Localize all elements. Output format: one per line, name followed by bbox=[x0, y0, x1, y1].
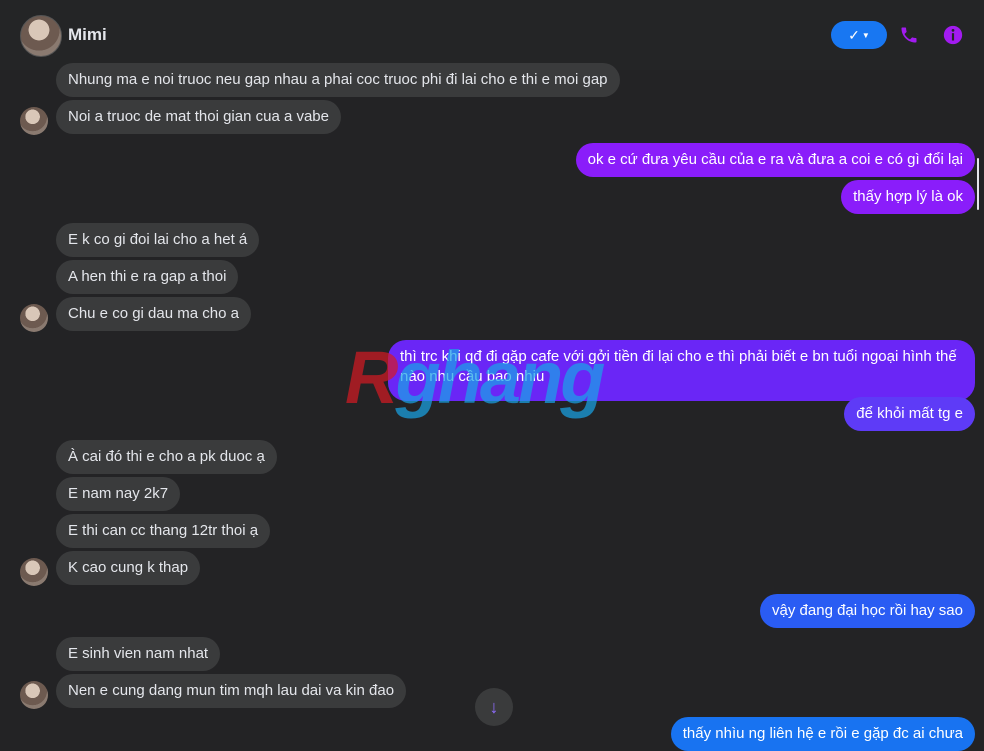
message-outgoing: thấy nhìu ng liên hệ e rồi e gặp đc ai c… bbox=[670, 717, 975, 751]
message-incoming: E nam nay 2k7 bbox=[56, 477, 181, 511]
message-outgoing: vậy đang đại học rồi hay sao bbox=[760, 594, 975, 628]
chevron-down-icon: ▼ bbox=[861, 30, 870, 40]
message-incoming: Chu e co gi dau ma cho a bbox=[56, 297, 251, 331]
checkmark-icon: ✓ bbox=[848, 26, 860, 43]
message-outgoing: thì trc khi qđ đi gặp cafe với gởi tiền … bbox=[388, 340, 975, 401]
message-incoming: Noi a truoc de mat thoi gian cua a vabe bbox=[56, 100, 341, 134]
message-incoming: K cao cung k thap bbox=[56, 551, 201, 585]
info-button[interactable] bbox=[940, 22, 966, 48]
message-incoming: À cai đó thi e cho a pk duoc ạ bbox=[56, 440, 277, 474]
message-incoming: Nen e cung dang mun tim mqh lau dai va k… bbox=[56, 674, 407, 708]
scroll-to-bottom-button[interactable]: ↓ bbox=[475, 688, 513, 726]
arrow-down-icon: ↓ bbox=[489, 696, 499, 717]
scrollbar-thumb[interactable] bbox=[977, 158, 979, 210]
contact-name[interactable]: Mimi bbox=[68, 25, 107, 45]
contact-avatar-small[interactable] bbox=[20, 558, 48, 586]
message-incoming: Nhung ma e noi truoc neu gap nhau a phai… bbox=[56, 63, 620, 97]
message-incoming: E sinh vien nam nhat bbox=[56, 637, 221, 671]
mark-read-button[interactable]: ✓ ▼ bbox=[831, 21, 887, 49]
message-outgoing: thấy hợp lý là ok bbox=[841, 180, 975, 214]
message-incoming: E thi can cc thang 12tr thoi ạ bbox=[56, 514, 271, 548]
chat-header: Mimi ✓ ▼ bbox=[0, 0, 984, 70]
contact-avatar-small[interactable] bbox=[20, 107, 48, 135]
phone-icon bbox=[901, 27, 917, 43]
call-button[interactable] bbox=[896, 22, 922, 48]
message-incoming: A hen thi e ra gap a thoi bbox=[56, 260, 239, 294]
contact-avatar-small[interactable] bbox=[20, 304, 48, 332]
info-icon bbox=[943, 25, 963, 45]
message-incoming: E k co gi đoi lai cho a het á bbox=[56, 223, 260, 257]
message-outgoing: để khỏi mất tg e bbox=[844, 397, 975, 431]
message-outgoing: ok e cứ đưa yêu cầu của e ra và đưa a co… bbox=[575, 143, 975, 177]
contact-avatar-small[interactable] bbox=[20, 681, 48, 709]
contact-avatar[interactable] bbox=[20, 15, 62, 57]
